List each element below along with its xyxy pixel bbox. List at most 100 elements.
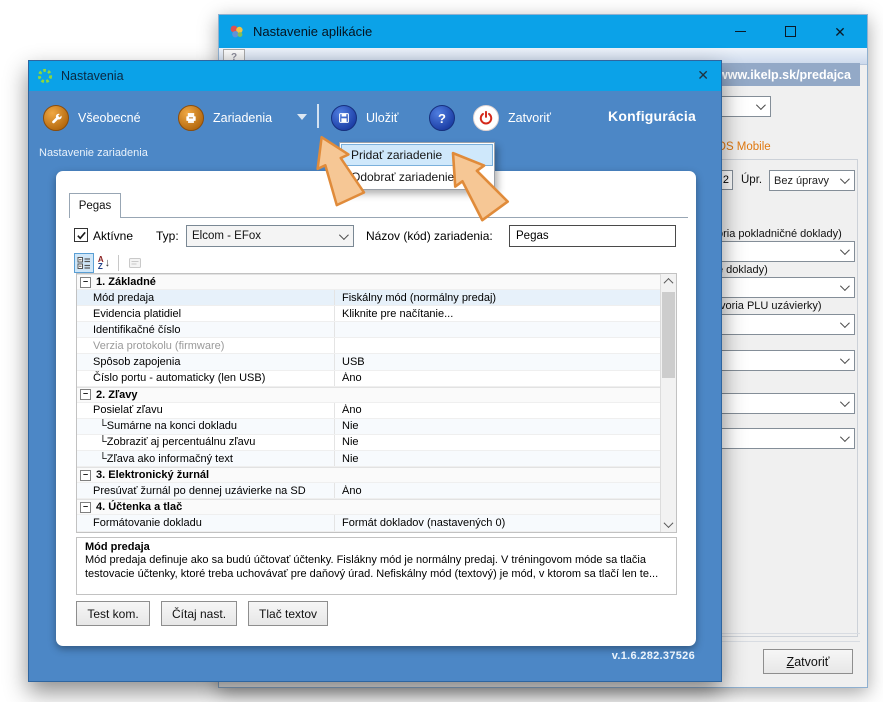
toolbar-item-ulozit[interactable]: Uložiť [331, 105, 398, 131]
tab-pegas[interactable]: Pegas [69, 193, 121, 218]
property-label: └Zobraziť aj percentuálnu zľavu [77, 435, 335, 450]
property-category-row[interactable]: −2. Zľavy [77, 387, 660, 403]
category-label: 1. Základné [96, 276, 156, 288]
property-value[interactable]: Nie [335, 436, 660, 448]
background-combo-7[interactable] [709, 428, 855, 449]
property-row[interactable]: Evidencia platidielKliknite pre načítani… [77, 306, 660, 322]
property-label: Posielať zľavu [77, 403, 335, 418]
property-label: Verzia protokolu (firmware) [77, 338, 335, 353]
pos-mobile-label: OS Mobile [717, 141, 771, 153]
property-value[interactable]: Áno [335, 404, 660, 416]
property-row[interactable]: Formátovanie dokladuFormát dokladov (nas… [77, 515, 660, 531]
property-row[interactable]: └Sumárne na konci dokladuNie [77, 419, 660, 435]
toolbar-item-zatvorit[interactable]: Zatvoriť [473, 105, 551, 131]
action-button[interactable]: Tlač textov [248, 601, 328, 626]
property-category-row[interactable]: −3. Elektronický žurnál [77, 467, 660, 483]
categorized-view-button[interactable] [74, 253, 94, 273]
chevron-down-icon [756, 100, 766, 110]
ikelp-link-banner[interactable]: www.ikelp.sk/predajca [709, 63, 860, 86]
categorized-icon [77, 256, 91, 270]
scroll-up-button[interactable] [661, 274, 676, 289]
close-button[interactable]: ✕ [827, 19, 853, 45]
toolbar-item-vseobecne[interactable]: Všeobecné [43, 105, 141, 131]
scrollbar-thumb[interactable] [662, 292, 675, 378]
property-value[interactable]: Nie [335, 453, 660, 465]
typ-select-value: Elcom - EFox [192, 230, 261, 242]
property-category-row[interactable]: −1. Základné [77, 274, 660, 290]
scrollbar[interactable] [660, 274, 676, 532]
property-row[interactable]: Číslo portu - automaticky (len USB)Áno [77, 371, 660, 387]
background-combo-4[interactable]: l [709, 314, 855, 335]
collapse-icon[interactable]: − [80, 470, 91, 481]
toolbar-separator [317, 104, 319, 128]
property-value[interactable]: Formát dokladov (nastavených 0) [335, 517, 660, 529]
maximize-button[interactable] [777, 19, 803, 45]
typ-label: Typ: [156, 229, 179, 243]
property-row[interactable]: └Zľava ako informačný textNie [77, 451, 660, 467]
minimize-button[interactable] [727, 19, 753, 45]
power-icon [473, 105, 499, 131]
upr-select[interactable]: Bez úpravy [769, 170, 855, 191]
background-combo-6[interactable]: d [709, 393, 855, 414]
down-arrow-icon: ↓ [105, 257, 111, 269]
device-printer-icon [178, 105, 204, 131]
help-question-icon: ? [429, 105, 455, 131]
desktop: Nastavenie aplikácie ✕ ? www.ikelp.sk/pr… [0, 0, 883, 702]
property-row[interactable]: Posielať zľavuÁno [77, 403, 660, 419]
toolbar-separator [118, 255, 119, 271]
nastavenia-dialog: Nastavenia ✕ Všeobecné [28, 60, 722, 682]
property-row[interactable]: Verzia protokolu (firmware) [77, 338, 660, 354]
typ-select[interactable]: Elcom - EFox [186, 225, 354, 247]
alphabetical-sort-button[interactable]: AZ↓ [94, 253, 114, 273]
property-value[interactable]: Nie [335, 420, 660, 432]
property-label: └Zľava ako informačný text [77, 451, 335, 466]
toolbar-label-zatvorit: Zatvoriť [508, 111, 551, 125]
chevron-down-icon [840, 432, 850, 442]
nazov-input[interactable]: Pegas [509, 225, 676, 247]
dialog-close-icon[interactable]: ✕ [697, 68, 709, 82]
property-label: Spôsob zapojenia [77, 354, 335, 369]
app-logo-icon [228, 23, 245, 40]
menu-item[interactable]: Odobrať zariadenie [341, 166, 493, 188]
toolbar-item-help[interactable]: ? [429, 105, 455, 131]
close-icon: ✕ [834, 25, 846, 39]
dialog-toolbar: Všeobecné Zariadenia [29, 91, 721, 143]
property-value[interactable]: Fiskálny mód (normálny predaj) [335, 292, 660, 304]
action-button[interactable]: Test kom. [76, 601, 150, 626]
tab-strip-line [69, 217, 688, 218]
toolbar-item-zariadenia[interactable]: Zariadenia [178, 105, 272, 131]
property-label: Číslo portu - automaticky (len USB) [77, 371, 335, 386]
property-value[interactable]: USB [335, 356, 660, 368]
background-combo-3[interactable] [709, 277, 855, 298]
background-combo-2[interactable] [709, 241, 855, 262]
upr-label: Úpr. [741, 174, 762, 186]
property-value[interactable]: Kliknite pre načítanie... [335, 308, 660, 320]
property-label: Presúvať žurnál po dennej uzávierke na S… [77, 483, 335, 498]
property-row[interactable]: Spôsob zapojeniaUSB [77, 354, 660, 370]
collapse-icon[interactable]: − [80, 277, 91, 288]
menu-item[interactable]: Pridať zariadenie [341, 144, 493, 166]
aktivne-checkbox[interactable] [74, 228, 88, 242]
version-label: v.1.6.282.37526 [612, 650, 695, 662]
dialog-subtitle: Nastavenie zariadenia [39, 147, 148, 159]
action-button[interactable]: Čítaj nast. [161, 601, 237, 626]
partial-label-doklady: é doklady) [717, 264, 768, 276]
collapse-icon[interactable]: − [80, 502, 91, 513]
partial-label-plu: tvoria PLU uzávierky) [717, 300, 822, 312]
property-row[interactable]: Presúvať žurnál po dennej uzávierke na S… [77, 483, 660, 499]
property-row[interactable]: └Zobraziť aj percentuálnu zľavuNie [77, 435, 660, 451]
background-combo-5[interactable] [709, 350, 855, 371]
property-value[interactable]: Áno [335, 485, 660, 497]
zatvorit-window-button[interactable]: Zatvoriť [763, 649, 853, 674]
scroll-down-button[interactable] [661, 517, 676, 532]
checkmark-icon [76, 230, 87, 241]
divider [709, 641, 860, 642]
property-row[interactable]: Mód predajaFiskálny mód (normálny predaj… [77, 290, 660, 306]
devices-dropdown-caret-icon[interactable] [297, 114, 307, 120]
aktivne-label: Aktívne [93, 229, 133, 243]
property-row[interactable]: Identifikačné číslo [77, 322, 660, 338]
collapse-icon[interactable]: − [80, 389, 91, 400]
property-category-row[interactable]: −4. Účtenka a tlač [77, 499, 660, 515]
property-value[interactable]: Áno [335, 372, 660, 384]
property-description-box: Mód predaja Mód predaja definuje ako sa … [76, 537, 677, 595]
